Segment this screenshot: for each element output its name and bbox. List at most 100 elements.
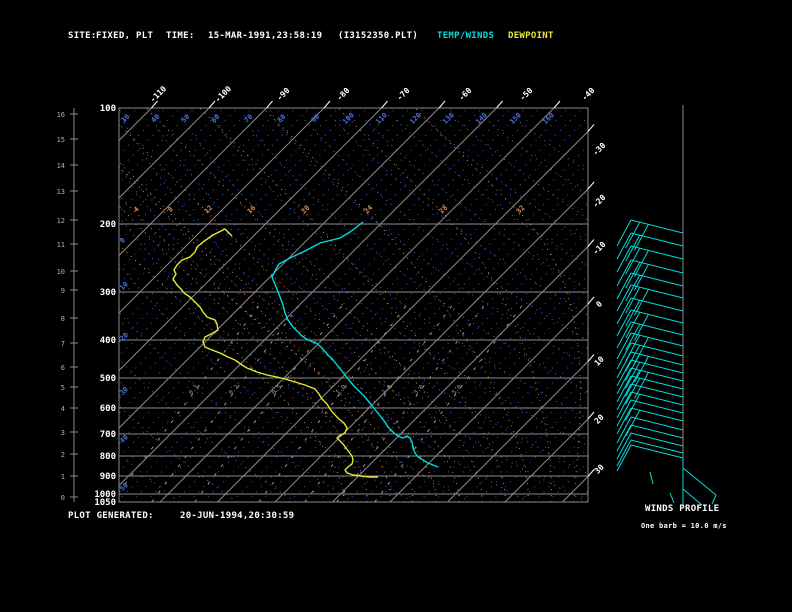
- chart-label: 20: [593, 413, 606, 426]
- chart-label: 10: [57, 268, 65, 276]
- dry-adiabat-line: [425, 118, 588, 243]
- mixing-ratio-line: [151, 299, 304, 502]
- chart-label: -40: [580, 86, 597, 103]
- chart-label: 12: [203, 204, 215, 216]
- dry-adiabat-labels-group: 30 40 50 60 70 80 90 100 110 120 130 140 150 1600-10-…: [115, 111, 556, 496]
- moist-adiabat-line: [119, 166, 391, 502]
- minor-isotherm-line: [317, 231, 588, 502]
- chart-label: 600: [100, 404, 116, 414]
- chart-label: 150: [508, 111, 523, 126]
- wind-barb: [616, 297, 684, 327]
- pressure-labels-group: 10020030040050060070080090010001050: [94, 104, 116, 508]
- chart-label: 0.1: [188, 383, 201, 396]
- chart-label: -10: [115, 280, 130, 295]
- chart-label: 200: [100, 220, 116, 230]
- chart-label: 60: [210, 113, 222, 125]
- minor-isotherm-line: [119, 108, 282, 271]
- wind-barb-feather: [616, 399, 632, 427]
- chart-label: 16: [246, 204, 258, 216]
- minor-isotherm-line: [119, 108, 167, 156]
- dry-adiabat-line: [119, 263, 413, 502]
- isotherm-top-tick: [496, 100, 503, 109]
- minor-isotherm-line: [119, 108, 483, 472]
- minor-isotherm-line: [375, 288, 588, 502]
- chart-label: 16: [57, 111, 65, 119]
- dry-adiabat-line: [303, 118, 588, 341]
- isotherm-top-tick: [208, 100, 216, 109]
- chart-label: 10: [593, 355, 606, 368]
- wind-barb: [616, 259, 684, 291]
- chart-label: 400: [100, 336, 116, 346]
- moist-adiabat-line: [119, 205, 368, 502]
- chart-label: 70: [243, 113, 255, 125]
- minor-isotherm-line: [475, 389, 588, 502]
- chart-label: 100: [100, 104, 116, 114]
- isotherm-right-tick: [587, 239, 595, 247]
- moist-adiabats-group: [119, 108, 581, 502]
- skewt-screen: SITE: FIXED, PLT TIME: 15-MAR-1991,23:58…: [0, 0, 792, 612]
- isotherm-line: [504, 418, 588, 502]
- chart-label: -100: [213, 84, 233, 104]
- wind-barb: [616, 219, 684, 251]
- plot-generated-label: PLOT GENERATED:: [68, 511, 154, 521]
- minor-isotherm-line: [130, 108, 526, 502]
- wind-barb-shaft: [630, 309, 684, 324]
- minor-isotherm-line: [533, 447, 588, 502]
- chart-label: 4: [132, 205, 141, 214]
- wind-barb-shaft: [630, 219, 684, 234]
- wind-barb-shaft: [630, 259, 684, 274]
- dry-adiabat-line: [485, 118, 588, 196]
- chart-label: 4: [61, 405, 65, 413]
- dry-adiabat-line: [121, 119, 588, 502]
- wind-barb-shaft: [630, 284, 684, 299]
- chart-label: 700: [100, 430, 116, 440]
- chart-label: 160: [541, 111, 556, 126]
- minor-isotherm-line: [119, 108, 181, 170]
- chart-label: 1.0: [335, 383, 348, 396]
- moist-adiabat-line: [414, 108, 581, 502]
- chart-label: -80: [335, 86, 352, 103]
- mixing-ratio-line: [258, 299, 411, 502]
- chart-label: 90: [310, 113, 322, 125]
- chart-label: 0: [594, 299, 604, 309]
- chart-label: 0.5: [271, 383, 284, 396]
- minor-isotherm-line: [245, 159, 588, 502]
- isotherm-line: [274, 188, 588, 502]
- chart-label: -50: [518, 86, 535, 103]
- chart-label: -110: [148, 84, 168, 104]
- minor-isotherm-line: [519, 432, 588, 502]
- dry-adiabat-line: [119, 165, 529, 502]
- minor-isotherm-line: [0, 108, 51, 502]
- isotherm-top-tick: [323, 100, 331, 109]
- chart-label: -10: [591, 240, 608, 257]
- wind-barb-shaft: [630, 375, 684, 390]
- chart-label: 1: [61, 473, 65, 481]
- wind-barb-shaft: [630, 232, 684, 247]
- wind-barb: [616, 272, 684, 302]
- minor-isotherm-line: [119, 108, 512, 501]
- wind-barb-feather: [616, 439, 632, 467]
- wind-barb-shaft: [630, 332, 684, 347]
- chart-label: 8: [166, 205, 175, 214]
- chart-label: 30: [593, 463, 606, 476]
- moist-adiabat-line: [119, 244, 345, 502]
- isotherm-line: [119, 108, 267, 257]
- chart-label: 900: [100, 472, 116, 482]
- moist-adiabat-line: [262, 108, 529, 502]
- wind-barb: [616, 284, 684, 316]
- isotherm-line: [119, 108, 497, 487]
- dry-adiabat-line: [182, 119, 588, 447]
- chart-label: 14: [57, 162, 65, 170]
- minor-isotherm-line: [119, 108, 339, 329]
- isotherm-line: [119, 108, 210, 199]
- chart-label: 1050: [94, 498, 116, 508]
- chart-label: -30: [591, 141, 608, 158]
- chart-label: 6: [61, 364, 65, 372]
- chart-label: -70: [395, 86, 412, 103]
- chart-label: 140: [474, 111, 489, 126]
- minor-isotherm-line: [231, 145, 588, 502]
- wind-barb-feather: [616, 424, 632, 452]
- wind-barb-shaft: [630, 424, 684, 439]
- isotherm-line: [217, 130, 588, 502]
- wind-barb: [616, 309, 684, 341]
